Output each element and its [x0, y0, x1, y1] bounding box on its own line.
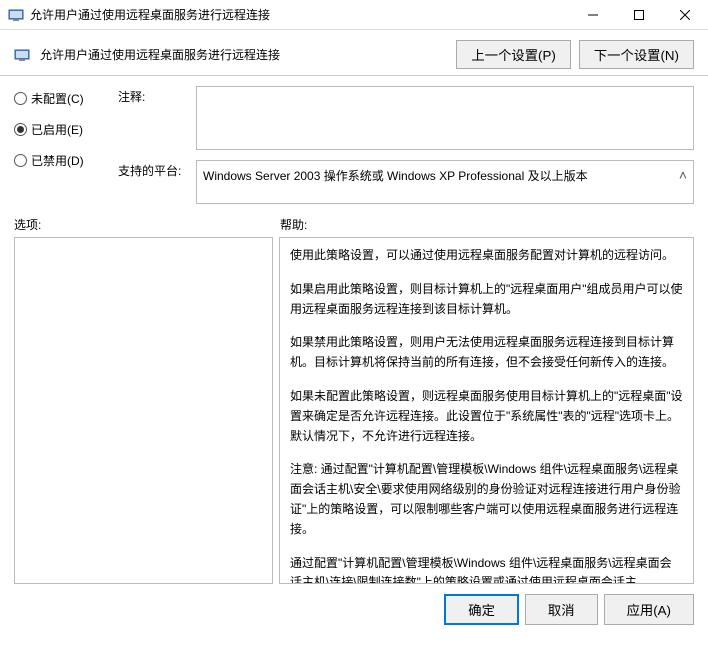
cancel-button[interactable]: 取消 [525, 594, 598, 625]
prev-setting-button[interactable]: 上一个设置(P) [456, 40, 570, 69]
comment-row: 注释: [118, 86, 694, 150]
help-panel[interactable]: 使用此策略设置，可以通过使用远程桌面服务配置对计算机的远程访问。 如果启用此策略… [279, 237, 694, 584]
help-paragraph: 如果未配置此策略设置，则远程桌面服务使用目标计算机上的"远程桌面"设置来确定是否… [290, 387, 683, 446]
radio-icon [14, 92, 27, 105]
ok-button[interactable]: 确定 [444, 594, 519, 625]
radio-label: 已禁用(D) [31, 152, 84, 169]
nav-buttons: 上一个设置(P) 下一个设置(N) [456, 40, 694, 69]
radio-disabled[interactable]: 已禁用(D) [14, 152, 104, 169]
radio-group: 未配置(C) 已启用(E) 已禁用(D) [14, 86, 104, 204]
help-paragraph: 如果启用此策略设置，则目标计算机上的"远程桌面用户"组成员用户可以使用远程桌面服… [290, 280, 683, 320]
maximize-button[interactable] [616, 0, 662, 30]
options-label: 选项: [14, 216, 280, 233]
apply-button[interactable]: 应用(A) [604, 594, 694, 625]
settings-area: 未配置(C) 已启用(E) 已禁用(D) 注释: 支持的平台: Windows … [0, 76, 708, 210]
minimize-button[interactable] [570, 0, 616, 30]
panels: 使用此策略设置，可以通过使用远程桌面服务配置对计算机的远程访问。 如果启用此策略… [0, 237, 708, 584]
fields-column: 注释: 支持的平台: Windows Server 2003 操作系统或 Win… [118, 86, 694, 204]
radio-label: 未配置(C) [31, 90, 84, 107]
help-paragraph: 如果禁用此策略设置，则用户无法使用远程桌面服务远程连接到目标计算机。目标计算机将… [290, 333, 683, 373]
next-setting-button[interactable]: 下一个设置(N) [579, 40, 694, 69]
comment-label: 注释: [118, 86, 188, 150]
policy-title: 允许用户通过使用远程桌面服务进行远程连接 [40, 46, 280, 63]
window-title: 允许用户通过使用远程桌面服务进行远程连接 [30, 6, 270, 23]
window-controls [570, 0, 708, 30]
platform-value: Windows Server 2003 操作系统或 Windows XP Pro… [203, 169, 588, 183]
radio-label: 已启用(E) [31, 121, 83, 138]
titlebar-left: 允许用户通过使用远程桌面服务进行远程连接 [8, 6, 270, 23]
radio-not-configured[interactable]: 未配置(C) [14, 90, 104, 107]
help-paragraph: 注意: 通过配置"计算机配置\管理模板\Windows 组件\远程桌面服务\远程… [290, 460, 683, 539]
help-paragraph: 通过配置"计算机配置\管理模板\Windows 组件\远程桌面服务\远程桌面会话… [290, 554, 683, 584]
options-panel [14, 237, 273, 584]
titlebar: 允许用户通过使用远程桌面服务进行远程连接 [0, 0, 708, 30]
help-label: 帮助: [280, 216, 694, 233]
radio-icon [14, 154, 27, 167]
header-bar: 允许用户通过使用远程桌面服务进行远程连接 上一个设置(P) 下一个设置(N) [0, 30, 708, 76]
platform-value-box: Windows Server 2003 操作系统或 Windows XP Pro… [196, 160, 694, 204]
comment-input[interactable] [196, 86, 694, 150]
section-labels: 选项: 帮助: [0, 210, 708, 237]
help-paragraph: 使用此策略设置，可以通过使用远程桌面服务配置对计算机的远程访问。 [290, 246, 683, 266]
radio-icon-checked [14, 123, 27, 136]
footer-buttons: 确定 取消 应用(A) [0, 584, 708, 625]
policy-icon [14, 47, 30, 63]
app-icon [8, 7, 24, 23]
platform-row: 支持的平台: Windows Server 2003 操作系统或 Windows… [118, 160, 694, 204]
platform-label: 支持的平台: [118, 160, 188, 204]
close-button[interactable] [662, 0, 708, 30]
caret-up-icon[interactable]: ˄ [679, 167, 687, 183]
radio-enabled[interactable]: 已启用(E) [14, 121, 104, 138]
